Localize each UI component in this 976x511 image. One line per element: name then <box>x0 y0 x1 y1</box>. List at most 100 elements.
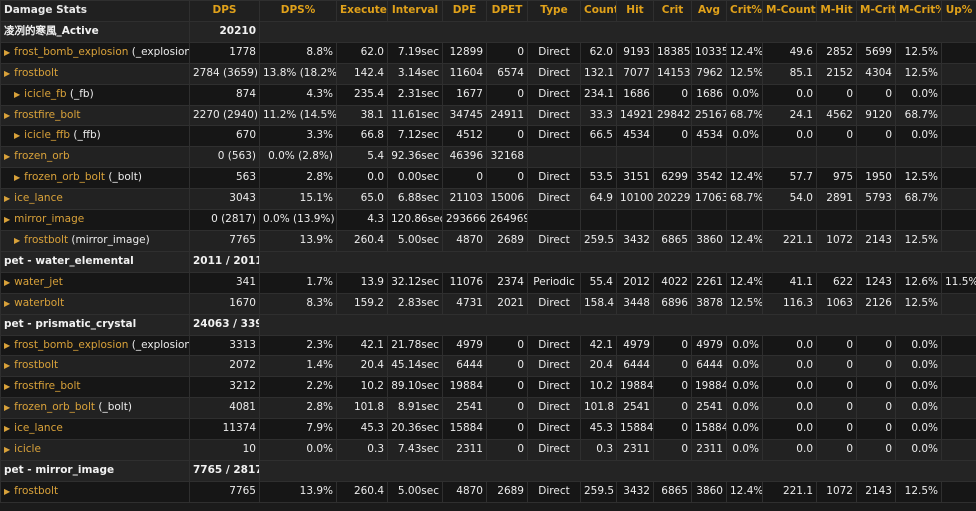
column-header[interactable]: DPS% <box>260 1 336 21</box>
column-header[interactable]: M-Count <box>763 1 816 21</box>
expand-arrow-icon[interactable]: ▶ <box>4 106 10 126</box>
stat-cell: 55.4 <box>581 272 616 293</box>
spell-name-link[interactable]: frostbolt <box>14 67 58 79</box>
spell-name-link[interactable]: frostbolt <box>24 234 68 246</box>
spell-entry[interactable]: ▶ frostfire_bolt <box>4 380 80 392</box>
column-header[interactable]: Count <box>581 1 616 21</box>
spell-name-link[interactable]: water_jet <box>14 276 63 288</box>
expand-arrow-icon[interactable]: ▶ <box>4 419 10 439</box>
expand-arrow-icon[interactable]: ▶ <box>14 168 20 188</box>
spell-name-link[interactable]: icicle_ffb <box>24 129 70 141</box>
stat-cell: 6574 <box>487 63 527 84</box>
column-header[interactable]: Damage Stats <box>1 1 189 21</box>
spell-cell[interactable]: ▶ frostfire_bolt <box>1 377 189 398</box>
expand-arrow-icon[interactable]: ▶ <box>14 126 20 146</box>
column-header[interactable]: Hit <box>617 1 653 21</box>
spell-cell[interactable]: ▶ frozen_orb_bolt (_bolt) <box>1 398 189 419</box>
spell-entry[interactable]: ▶ frostbolt <box>4 67 58 79</box>
spell-cell[interactable]: ▶ ice_lance <box>1 189 189 210</box>
expand-arrow-icon[interactable]: ▶ <box>4 43 10 63</box>
spell-name-link[interactable]: frost_bomb_explosion <box>14 46 128 58</box>
spell-cell[interactable]: ▶ icicle <box>1 440 189 460</box>
spell-cell[interactable]: ▶ waterbolt <box>1 293 189 314</box>
spell-name-link[interactable]: icicle <box>14 443 41 455</box>
stat-cell: 15884 <box>692 419 726 440</box>
column-header[interactable]: DPE <box>443 1 486 21</box>
column-header[interactable]: Execute <box>337 1 387 21</box>
expand-arrow-icon[interactable]: ▶ <box>4 147 10 167</box>
column-header[interactable]: DPET <box>487 1 527 21</box>
spell-cell[interactable]: ▶ frozen_orb_bolt (_bolt) <box>1 168 189 189</box>
expand-arrow-icon[interactable]: ▶ <box>4 189 10 209</box>
stat-cell: 0.0 <box>763 335 816 356</box>
spell-name-link[interactable]: ice_lance <box>14 192 63 204</box>
spell-cell[interactable]: ▶ frostbolt (mirror_image) <box>1 230 189 251</box>
spell-entry[interactable]: ▶ frostfire_bolt <box>4 109 80 121</box>
spell-name-link[interactable]: frozen_orb_bolt <box>14 401 95 413</box>
expand-arrow-icon[interactable]: ▶ <box>4 377 10 397</box>
spell-entry[interactable]: ▶ mirror_image <box>4 213 84 225</box>
spell-cell[interactable]: ▶ water_jet <box>1 272 189 293</box>
spell-name-link[interactable]: frost_bomb_explosion <box>14 339 128 351</box>
spell-name-link[interactable]: ice_lance <box>14 422 63 434</box>
spell-cell[interactable]: ▶ mirror_image <box>1 210 189 230</box>
column-header[interactable]: M-Hit <box>817 1 856 21</box>
spell-entry[interactable]: ▶ frostbolt <box>4 359 58 371</box>
spell-cell[interactable]: ▶ frost_bomb_explosion (_explosion) <box>1 335 189 356</box>
spell-cell[interactable]: ▶ icicle_fb (_fb) <box>1 84 189 105</box>
expand-arrow-icon[interactable]: ▶ <box>4 210 10 230</box>
expand-arrow-icon[interactable]: ▶ <box>4 398 10 418</box>
stat-cell: 0 <box>857 398 895 419</box>
spell-entry[interactable]: ▶ frost_bomb_explosion (_explosion) <box>4 46 189 58</box>
expand-arrow-icon[interactable]: ▶ <box>4 273 10 293</box>
column-header[interactable]: DPS <box>190 1 259 21</box>
column-header[interactable]: Avg <box>692 1 726 21</box>
spell-name-link[interactable]: mirror_image <box>14 213 84 225</box>
expand-arrow-icon[interactable]: ▶ <box>4 440 10 460</box>
spell-cell[interactable]: ▶ frostbolt <box>1 481 189 502</box>
expand-arrow-icon[interactable]: ▶ <box>14 85 20 105</box>
spell-name-link[interactable]: frozen_orb_bolt <box>24 171 105 183</box>
spell-entry[interactable]: ▶ waterbolt <box>4 297 64 309</box>
spell-name-link[interactable]: frostbolt <box>14 485 58 497</box>
spell-entry[interactable]: ▶ frostbolt (mirror_image) <box>14 234 150 246</box>
spell-entry[interactable]: ▶ frozen_orb_bolt (_bolt) <box>14 171 142 183</box>
expand-arrow-icon[interactable]: ▶ <box>4 64 10 84</box>
column-header[interactable]: Up% <box>942 1 976 21</box>
column-header[interactable]: Type <box>528 1 580 21</box>
spell-entry[interactable]: ▶ ice_lance <box>4 422 63 434</box>
expand-arrow-icon[interactable]: ▶ <box>14 231 20 251</box>
expand-arrow-icon[interactable]: ▶ <box>4 482 10 502</box>
spell-entry[interactable]: ▶ ice_lance <box>4 192 63 204</box>
spell-name-link[interactable]: waterbolt <box>14 297 64 309</box>
spell-entry[interactable]: ▶ frost_bomb_explosion (_explosion) <box>4 339 189 351</box>
spell-cell[interactable]: ▶ frostbolt <box>1 63 189 84</box>
spell-cell[interactable]: ▶ frozen_orb <box>1 147 189 168</box>
spell-name-link[interactable]: frostfire_bolt <box>14 109 80 121</box>
column-header[interactable]: M-Crit% <box>896 1 941 21</box>
expand-arrow-icon[interactable]: ▶ <box>4 294 10 314</box>
spell-name-link[interactable]: frostbolt <box>14 359 58 371</box>
spell-entry[interactable]: ▶ icicle_fb (_fb) <box>14 88 94 100</box>
spell-cell[interactable]: ▶ frostfire_bolt <box>1 105 189 126</box>
stat-cell: Direct <box>528 481 580 502</box>
spell-entry[interactable]: ▶ water_jet <box>4 276 63 288</box>
spell-cell[interactable]: ▶ icicle_ffb (_ffb) <box>1 126 189 147</box>
column-header[interactable]: Crit <box>654 1 691 21</box>
column-header[interactable]: Interval <box>388 1 442 21</box>
spell-name-link[interactable]: frostfire_bolt <box>14 380 80 392</box>
spell-name-link[interactable]: icicle_fb <box>24 88 66 100</box>
spell-entry[interactable]: ▶ frozen_orb_bolt (_bolt) <box>4 401 132 413</box>
spell-cell[interactable]: ▶ frostbolt <box>1 356 189 377</box>
spell-entry[interactable]: ▶ frostbolt <box>4 485 58 497</box>
spell-entry[interactable]: ▶ icicle_ffb (_ffb) <box>14 129 101 141</box>
spell-entry[interactable]: ▶ icicle <box>4 443 41 455</box>
spell-name-link[interactable]: frozen_orb <box>14 150 70 162</box>
spell-cell[interactable]: ▶ ice_lance <box>1 419 189 440</box>
spell-cell[interactable]: ▶ frost_bomb_explosion (_explosion) <box>1 42 189 63</box>
expand-arrow-icon[interactable]: ▶ <box>4 356 10 376</box>
spell-entry[interactable]: ▶ frozen_orb <box>4 150 70 162</box>
expand-arrow-icon[interactable]: ▶ <box>4 336 10 356</box>
column-header[interactable]: Crit% <box>727 1 762 21</box>
column-header[interactable]: M-Crit <box>857 1 895 21</box>
